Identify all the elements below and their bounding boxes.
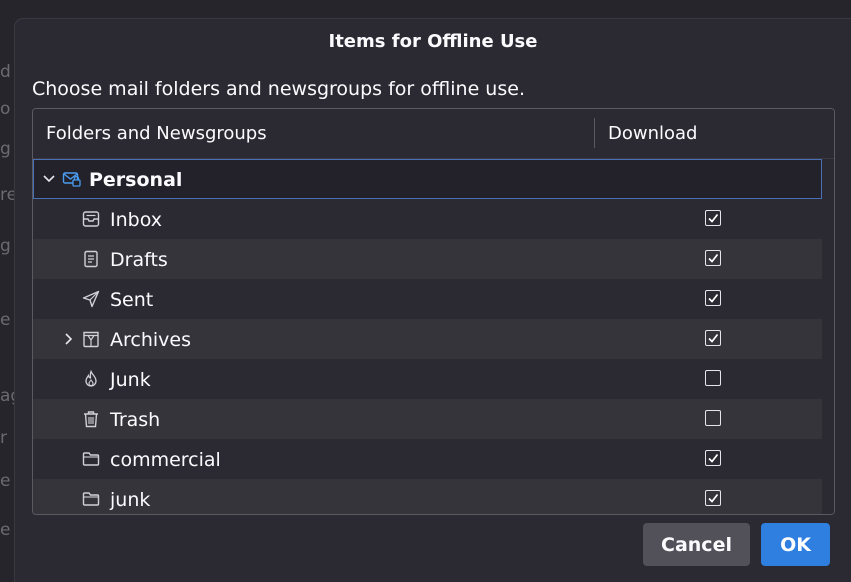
tree-scrollbar[interactable]	[822, 159, 834, 514]
trash-icon	[84, 411, 98, 428]
tree-row-junk-folder[interactable]: junk	[33, 479, 822, 514]
junk-flame-icon	[85, 369, 97, 387]
folder-icon	[82, 452, 100, 466]
tree-row-inbox[interactable]: Inbox	[33, 199, 822, 239]
tree-row-label: Junk	[110, 369, 151, 391]
tree-row-drafts[interactable]: Drafts	[33, 239, 822, 279]
bg-letter: e	[0, 520, 11, 540]
tree-row-label: Drafts	[110, 249, 168, 271]
bg-letter: o	[0, 99, 11, 119]
download-checkbox[interactable]	[705, 290, 721, 306]
tree-row-label: Sent	[110, 289, 154, 311]
tree-row-junk[interactable]: Junk	[33, 359, 822, 399]
download-checkbox[interactable]	[705, 450, 721, 466]
tree-row-label: Personal	[89, 169, 183, 191]
tree-rows: Personal Inbox Drafts Sent Archives Junk…	[33, 159, 822, 514]
inbox-icon	[82, 211, 100, 227]
bg-letter: e	[0, 310, 11, 330]
drafts-icon	[84, 250, 98, 268]
folder-icon	[82, 492, 100, 506]
tree-row-label: junk	[110, 489, 151, 511]
dialog-intro-text: Choose mail folders and newsgroups for o…	[32, 78, 525, 100]
column-header-download[interactable]: Download	[608, 123, 697, 144]
download-checkbox[interactable]	[705, 330, 721, 346]
tree-row-sent[interactable]: Sent	[33, 279, 822, 319]
download-checkbox[interactable]	[705, 410, 721, 426]
tree-row-label: Inbox	[110, 209, 162, 231]
tree-row-trash[interactable]: Trash	[33, 399, 822, 439]
tree-row-label: Trash	[110, 409, 161, 431]
tree-header: Folders and Newsgroups Download	[33, 109, 834, 159]
chevron-right-icon[interactable]	[60, 330, 78, 348]
column-header-folders[interactable]: Folders and Newsgroups	[46, 123, 267, 144]
bg-letter: g	[0, 139, 11, 159]
bg-letter: g	[0, 236, 11, 256]
sent-paper-plane-icon	[82, 290, 100, 308]
download-checkbox[interactable]	[705, 250, 721, 266]
bg-letter: r	[0, 428, 7, 448]
offline-items-dialog: Items for Offline Use Choose mail folder…	[15, 19, 851, 582]
folder-tree[interactable]: Folders and Newsgroups Download Personal	[32, 108, 835, 515]
tree-row-label: Archives	[110, 329, 191, 351]
download-checkbox[interactable]	[705, 370, 721, 386]
account-envelope-lock-icon	[62, 172, 81, 187]
chevron-down-icon[interactable]	[40, 170, 58, 188]
ok-button[interactable]: OK	[761, 523, 830, 566]
download-checkbox[interactable]	[705, 210, 721, 226]
tree-row-label: commercial	[110, 449, 221, 471]
column-separator[interactable]	[594, 118, 595, 148]
dialog-title: Items for Offline Use	[328, 31, 538, 52]
tree-row-commercial[interactable]: commercial	[33, 439, 822, 479]
tree-row-archives[interactable]: Archives	[33, 319, 822, 359]
cancel-button[interactable]: Cancel	[643, 523, 750, 566]
download-checkbox[interactable]	[705, 490, 721, 506]
tree-row-personal[interactable]: Personal	[33, 159, 822, 199]
bg-letter: d	[0, 62, 11, 82]
archive-box-icon	[83, 331, 99, 348]
